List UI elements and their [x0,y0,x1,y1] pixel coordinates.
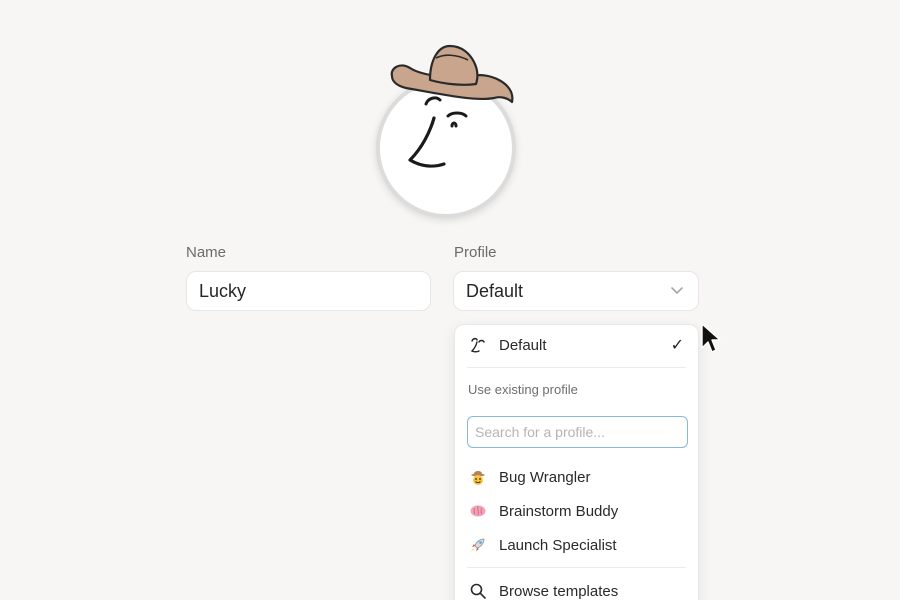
rocket-icon [468,535,488,555]
dropdown-item-brainstorm-buddy[interactable]: Brainstorm Buddy [455,496,698,526]
dropdown-item-label: Brainstorm Buddy [499,502,619,520]
squiggle-face-icon [468,335,488,355]
agent-setup-page: Name Lucky Profile Default Default ✓ Use… [0,0,900,600]
avatar[interactable] [370,40,520,218]
checkmark-icon: ✓ [670,337,684,354]
profile-select[interactable]: Default [453,271,699,311]
divider [467,567,686,568]
dropdown-item-label: Launch Specialist [499,536,617,554]
dropdown-item-label: Default [499,336,547,354]
cowboy-face-illustration-icon [390,44,514,168]
profile-label: Profile [454,244,497,261]
dropdown-item-default[interactable]: Default ✓ [455,330,698,360]
profile-select-value: Default [466,280,524,301]
browse-templates-item[interactable]: Browse templates [455,576,698,600]
profile-dropdown-menu: Default ✓ Use existing profile Bug Wrang… [454,324,699,600]
name-input-value: Lucky [199,280,247,301]
dropdown-item-launch-specialist[interactable]: Launch Specialist [455,530,698,560]
chevron-down-icon [671,287,683,294]
profile-search-input[interactable] [467,416,688,448]
mouse-cursor-icon [701,323,721,353]
dropdown-item-label: Bug Wrangler [499,468,591,486]
cowboy-face-icon [468,467,488,487]
section-heading-existing-profile: Use existing profile [468,382,578,397]
name-input[interactable]: Lucky [186,271,431,311]
dropdown-item-label: Browse templates [499,582,619,600]
dropdown-item-bug-wrangler[interactable]: Bug Wrangler [455,462,698,492]
divider [467,367,686,368]
search-icon [468,581,488,600]
brain-icon [468,501,488,521]
name-label: Name [186,244,227,261]
